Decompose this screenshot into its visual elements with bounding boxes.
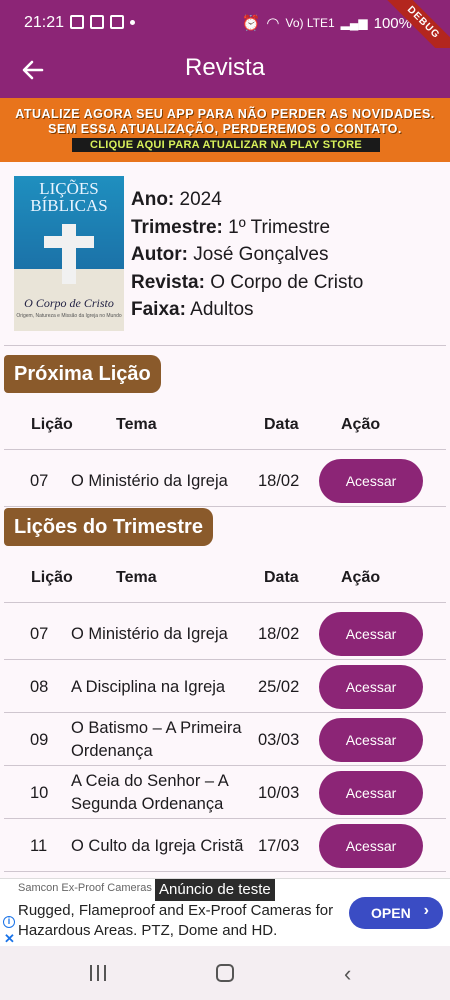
access-button[interactable]: Acessar — [319, 771, 423, 815]
signal-icon: ▂▄▆ — [340, 16, 368, 30]
system-nav-bar: ‹ — [0, 946, 450, 1000]
info-label: Trimestre: — [131, 216, 223, 238]
status-right: ⏰ ◠ Vo) LTE1 ▂▄▆ 100% — [241, 14, 412, 33]
info-label: Autor: — [131, 244, 188, 265]
next-lesson-table-header: Lição Tema Data Ação — [4, 400, 446, 450]
col-tema: Tema — [116, 569, 157, 586]
recents-icon[interactable] — [90, 965, 108, 981]
lesson-theme: A Ceia do Senhor – A Segunda Ordenança — [71, 772, 228, 813]
col-acao: Ação — [341, 569, 381, 586]
access-button[interactable]: Acessar — [319, 612, 423, 656]
info-year: Ano: 2024 — [131, 186, 363, 214]
table-row: 09 O Batismo – A Primeira Ordenança 03/0… — [4, 714, 446, 766]
magazine-info: Ano: 2024 Trimestre: 1º Trimestre Autor:… — [131, 186, 363, 324]
info-label: Ano: — [131, 189, 175, 210]
image-notification-icon — [70, 15, 84, 29]
back-nav-icon[interactable]: ‹ — [344, 961, 351, 987]
ad-info-icon[interactable]: i — [3, 916, 15, 928]
ad-open-label: OPEN — [371, 905, 411, 921]
network-label: Vo) LTE1 — [285, 16, 335, 30]
col-data: Data — [264, 569, 299, 586]
lesson-theme: O Culto da Igreja Cristã — [71, 836, 244, 855]
lesson-theme: O Ministério da Igreja — [71, 471, 228, 490]
update-banner[interactable]: ATUALIZE AGORA SEU APP PARA NÃO PERDER A… — [0, 98, 450, 162]
status-time: 21:21 — [24, 14, 65, 31]
next-lesson-heading: Próxima Lição — [4, 355, 161, 393]
lesson-number: 10 — [30, 784, 49, 802]
lesson-number: 09 — [30, 731, 49, 749]
col-data: Data — [264, 416, 299, 433]
lesson-date: 17/03 — [258, 837, 300, 855]
lesson-date: 25/02 — [258, 678, 300, 696]
table-row: 08 A Disciplina na Igreja 25/02 Acessar — [4, 661, 446, 713]
cross-icon — [62, 224, 76, 284]
info-author: Autor: José Gonçalves — [131, 241, 363, 269]
app-bar: Revista — [0, 48, 450, 98]
info-magazine: Revista: O Corpo de Cristo — [131, 269, 363, 297]
page-title: Revista — [184, 54, 266, 81]
table-row: 10 A Ceia do Senhor – A Segunda Ordenanç… — [4, 767, 446, 819]
banner-cta[interactable]: CLIQUE AQUI PARA ATUALIZAR NA PLAY STORE — [72, 138, 380, 152]
ad-close-icon[interactable]: ✕ — [4, 931, 15, 947]
info-quarter: Trimestre: 1º Trimestre — [131, 214, 363, 242]
home-icon[interactable] — [216, 964, 234, 982]
access-button[interactable]: Acessar — [319, 718, 423, 762]
cover-tagline: Origem, Natureza e Missão da Igreja no M… — [16, 313, 122, 319]
more-notifications-icon — [130, 20, 135, 25]
info-value: José Gonçalves — [193, 244, 329, 265]
test-ad-label: Anúncio de teste — [155, 879, 275, 901]
info-value: 2024 — [179, 189, 222, 210]
col-licao: Lição — [31, 416, 73, 433]
ad-advertiser: Samcon Ex-Proof Cameras — [18, 882, 152, 894]
lesson-number: 07 — [30, 625, 49, 643]
magazine-cover: LIÇÕES BÍBLICAS O Corpo de Cristo Origem… — [14, 176, 124, 331]
table-row: 07 O Ministério da Igreja 18/02 Acessar — [4, 455, 446, 507]
col-acao: Ação — [341, 416, 381, 433]
banner-line-1: ATUALIZE AGORA SEU APP PARA NÃO PERDER A… — [15, 107, 435, 121]
cover-subtitle: O Corpo de Cristo — [24, 296, 114, 310]
cover-title: LIÇÕES BÍBLICAS — [30, 179, 108, 215]
info-value: Adultos — [190, 299, 254, 320]
quarter-table-header: Lição Tema Data Ação — [4, 553, 446, 603]
info-label: Revista: — [131, 271, 205, 293]
cross-arm — [44, 236, 94, 248]
info-audience: Faixa: Adultos — [131, 296, 363, 324]
info-value: O Corpo de Cristo — [210, 271, 364, 293]
access-button[interactable]: Acessar — [319, 665, 423, 709]
col-licao: Lição — [31, 569, 73, 586]
table-row: 07 O Ministério da Igreja 18/02 Acessar — [4, 608, 446, 660]
quarter-lessons-heading: Lições do Trimestre — [4, 508, 213, 546]
banner-line-2: SEM ESSA ATUALIZAÇÃO, PERDEREMOS O CONTA… — [48, 122, 402, 136]
chevron-right-icon: › — [423, 902, 429, 919]
app-notification-icon — [110, 15, 124, 29]
wifi-icon: ◠ — [266, 15, 280, 32]
info-value: 1º Trimestre — [228, 216, 331, 238]
lesson-number: 11 — [30, 837, 48, 855]
magazine-card: LIÇÕES BÍBLICAS O Corpo de Cristo Origem… — [4, 168, 446, 346]
status-bar: 21:21 ⏰ ◠ Vo) LTE1 ▂▄▆ 100% DEBUG — [0, 0, 450, 69]
lesson-date: 03/03 — [258, 731, 300, 749]
ad-text[interactable]: Rugged, Flameproof and Ex-Proof Cameras … — [18, 901, 348, 941]
table-row: 11 O Culto da Igreja Cristã 17/03 Acessa… — [4, 820, 446, 872]
lesson-theme: O Batismo – A Primeira Ordenança — [71, 719, 242, 760]
lesson-date: 10/03 — [258, 784, 300, 802]
missed-call-icon — [90, 15, 104, 29]
info-label: Faixa: — [131, 299, 186, 320]
access-button[interactable]: Acessar — [319, 459, 423, 503]
lesson-theme: A Disciplina na Igreja — [71, 677, 226, 696]
lesson-number: 07 — [30, 472, 49, 490]
access-button[interactable]: Acessar — [319, 824, 423, 868]
ad-banner[interactable]: Samcon Ex-Proof Cameras Anúncio de teste… — [0, 878, 450, 946]
notification-icons — [70, 15, 135, 29]
lesson-theme: O Ministério da Igreja — [71, 624, 228, 643]
ad-open-button[interactable]: OPEN › — [349, 897, 443, 929]
col-tema: Tema — [116, 416, 157, 433]
lesson-date: 18/02 — [258, 472, 300, 490]
lesson-number: 08 — [30, 678, 49, 696]
alarm-icon: ⏰ — [241, 15, 261, 32]
lesson-date: 18/02 — [258, 625, 300, 643]
